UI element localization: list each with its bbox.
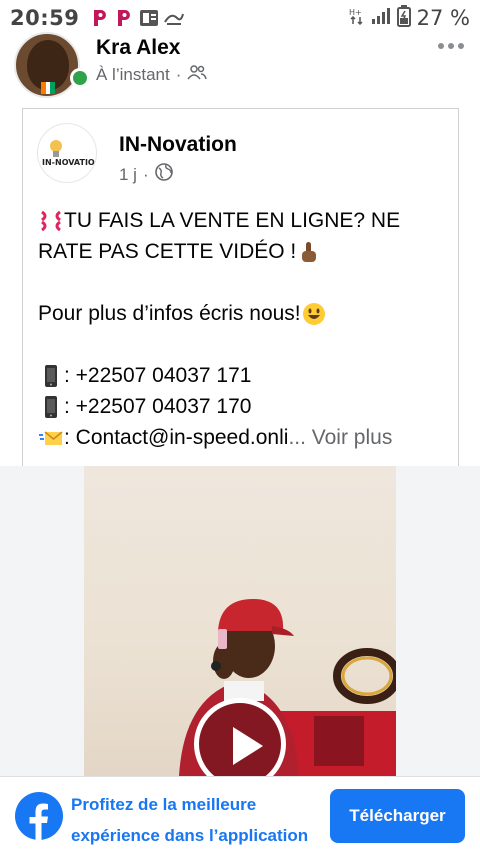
post-text: TU FAIS LA VENTE EN LIGNE? NE RATE PAS C… [38,205,448,453]
text-line: RATE PAS CETTE VIDÉO ! [38,236,448,267]
download-button[interactable]: Télécharger [330,789,465,843]
data-arrows-icon: H+ [349,7,365,30]
video-thumbnail[interactable] [84,466,396,776]
shared-post-card: IN-NOVATION IN-Novation 1 j · TU FAIS LA… [22,108,459,488]
text-line: : +22507 04037 171 [38,360,448,391]
text-line-1: TU FAIS LA VENTE EN LIGNE? NE [64,209,401,232]
post-time[interactable]: À l’instant [96,65,170,85]
text-line-2: RATE PAS CETTE VIDÉO ! [38,240,297,263]
phone-number-1[interactable]: : +22507 04037 171 [64,360,251,391]
notification-icons [91,8,185,28]
shared-post-time[interactable]: 1 j [119,165,137,185]
page-logo[interactable]: IN-NOVATION [37,123,97,183]
battery-charging-icon [396,4,411,32]
text-line: Pour plus d’infos écris nous! [38,298,448,329]
signal-icon [371,7,391,30]
email-text: : Contact@in-speed.onli [64,426,289,449]
shared-post-meta: 1 j · [119,163,173,186]
banner-text: Profitez de la meilleure expérience dans… [71,795,309,845]
svg-text:IN-NOVATION: IN-NOVATION [42,158,97,167]
pointing-down-icon [297,240,321,264]
text-line: TU FAIS LA VENTE EN LIGNE? NE [38,205,448,236]
online-status-dot [70,68,90,88]
picsart-p-icon [91,8,109,28]
ivory-coast-flag-icon [41,82,56,94]
page-name[interactable]: IN-Novation [119,133,237,157]
app-promo-banner: Profitez de la meilleure expérience dans… [0,776,480,854]
see-more-link[interactable]: ... Voir plus [288,422,392,453]
status-time: 20:59 [10,6,80,30]
powerpoint-icon [139,8,159,28]
signal-app-icon [163,8,185,28]
video-container [0,466,480,776]
phone-number-2[interactable]: : +22507 04037 170 [64,391,251,422]
text-line: : +22507 04037 170 [38,391,448,422]
incoming-envelope-icon [39,426,63,450]
anger-symbol-icon [39,209,63,233]
post-meta: À l’instant · [96,64,208,85]
friends-audience-icon [187,64,208,85]
post-header: Kra Alex À l’instant · [0,30,480,100]
mobile-phone-icon [39,395,63,419]
author-name[interactable]: Kra Alex [96,36,180,60]
mobile-phone-icon [39,364,63,388]
avatar[interactable] [14,32,80,98]
smiley-icon [302,302,326,326]
svg-text:H+: H+ [349,8,362,17]
picsart-p-icon [115,8,133,28]
system-indicators: H+ 27 % [349,4,470,32]
battery-percent: 27 % [416,6,470,30]
meta-separator: · [142,164,149,184]
globe-icon [154,163,173,186]
meta-separator: · [175,64,182,84]
more-options-icon[interactable] [436,38,466,54]
text-line-3: Pour plus d’infos écris nous! [38,302,301,325]
facebook-logo-icon [14,791,64,841]
text-line: : Contact@in-speed.onli ... Voir plus [38,422,448,453]
